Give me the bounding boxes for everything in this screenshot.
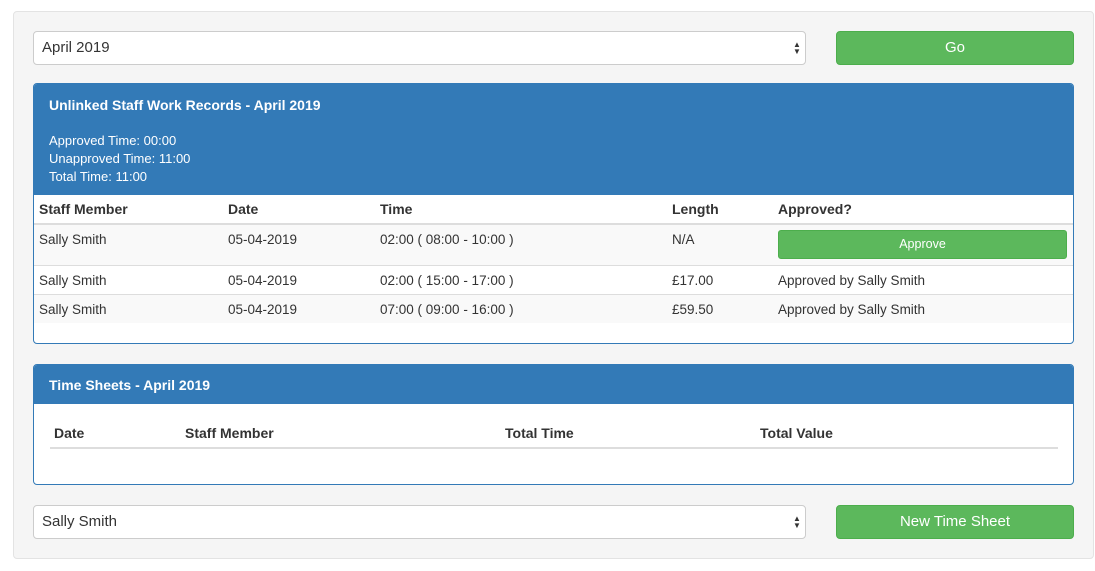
timesheets-panel: Time Sheets - April 2019 Date Staff Memb… bbox=[33, 364, 1074, 485]
well-container: April 2019 ▲ ▼ Go Unlinked Staff Work Rec… bbox=[13, 11, 1094, 559]
cell-length: N/A bbox=[667, 223, 773, 265]
cell-staff: Sally Smith bbox=[34, 223, 223, 265]
timesheets-panel-title: Time Sheets - April 2019 bbox=[49, 377, 211, 393]
cell-length: £59.50 bbox=[667, 293, 773, 323]
cell-approved: Approve bbox=[773, 223, 1073, 265]
unlinked-panel-heading: Unlinked Staff Work Records - April 2019… bbox=[34, 84, 1073, 195]
col-approved: Approved? bbox=[773, 195, 1073, 225]
cell-length: £17.00 bbox=[667, 264, 773, 294]
new-timesheet-button[interactable]: New Time Sheet bbox=[836, 505, 1074, 539]
col-date: Date bbox=[50, 419, 181, 449]
go-button-label: Go bbox=[944, 39, 965, 56]
col-time: Time bbox=[375, 195, 667, 225]
staff-select-value: Sally Smith bbox=[42, 513, 118, 530]
go-button[interactable]: Go bbox=[836, 31, 1074, 65]
timesheets-panel-heading: Time Sheets - April 2019 bbox=[34, 365, 1073, 404]
cell-approved: Approved by Sally Smith bbox=[773, 293, 1073, 323]
select-arrows-icon: ▲ ▼ bbox=[793, 40, 801, 56]
col-staff-member: Staff Member bbox=[34, 195, 223, 225]
cell-date: 05-04-2019 bbox=[223, 223, 375, 265]
table-row: Sally Smith 05-04-2019 07:00 ( 09:00 - 1… bbox=[34, 293, 1073, 323]
cell-staff: Sally Smith bbox=[34, 264, 223, 294]
timesheets-panel-body: Date Staff Member Total Time Total Value bbox=[34, 404, 1073, 449]
table-header-row: Staff Member Date Time Length Approved? bbox=[34, 195, 1073, 225]
col-date: Date bbox=[223, 195, 375, 225]
unlinked-records-panel: Unlinked Staff Work Records - April 2019… bbox=[33, 83, 1074, 344]
table-row: Sally Smith 05-04-2019 02:00 ( 15:00 - 1… bbox=[34, 264, 1073, 294]
cell-time: 07:00 ( 09:00 - 16:00 ) bbox=[375, 293, 667, 323]
staff-select[interactable]: Sally Smith ▲ ▼ bbox=[33, 505, 806, 539]
cell-staff: Sally Smith bbox=[34, 293, 223, 323]
cell-date: 05-04-2019 bbox=[223, 264, 375, 294]
new-timesheet-button-label: New Time Sheet bbox=[899, 513, 1011, 530]
col-staff-member: Staff Member bbox=[181, 419, 501, 449]
col-length: Length bbox=[667, 195, 773, 225]
total-time: Total Time: 11:00 bbox=[49, 169, 148, 184]
col-total-time: Total Time bbox=[501, 419, 756, 449]
unapproved-time: Unapproved Time: 11:00 bbox=[49, 151, 191, 166]
table-row: Sally Smith 05-04-2019 02:00 ( 08:00 - 1… bbox=[34, 223, 1073, 265]
approve-button[interactable]: Approve bbox=[778, 230, 1067, 259]
month-select[interactable]: April 2019 ▲ ▼ bbox=[33, 31, 806, 65]
cell-approved: Approved by Sally Smith bbox=[773, 264, 1073, 294]
timesheets-table: Date Staff Member Total Time Total Value bbox=[50, 419, 1058, 449]
cell-date: 05-04-2019 bbox=[223, 293, 375, 323]
unlinked-records-table: Staff Member Date Time Length Approved? … bbox=[34, 195, 1073, 323]
table-header-row: Date Staff Member Total Time Total Value bbox=[50, 419, 1058, 449]
select-arrows-icon: ▲ ▼ bbox=[793, 514, 801, 530]
time-summary: Approved Time: 00:00 Unapproved Time: 11… bbox=[49, 132, 1058, 186]
approved-time: Approved Time: 00:00 bbox=[49, 133, 177, 148]
cell-time: 02:00 ( 15:00 - 17:00 ) bbox=[375, 264, 667, 294]
cell-time: 02:00 ( 08:00 - 10:00 ) bbox=[375, 223, 667, 265]
month-select-value: April 2019 bbox=[42, 39, 110, 56]
col-total-value: Total Value bbox=[756, 419, 1058, 449]
unlinked-panel-title: Unlinked Staff Work Records - April 2019 bbox=[49, 97, 321, 113]
